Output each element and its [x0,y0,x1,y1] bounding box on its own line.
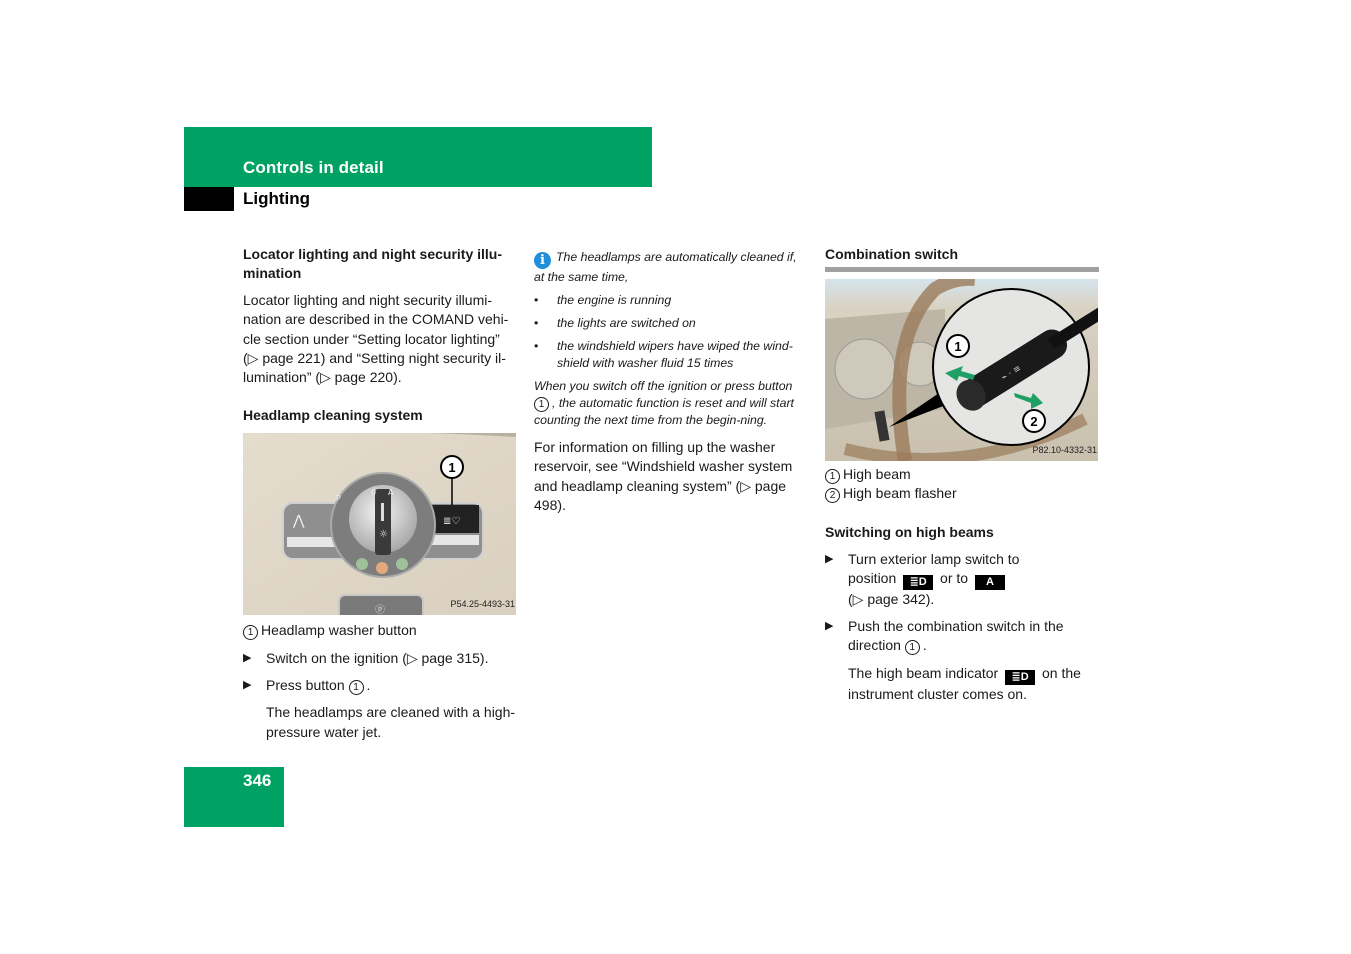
subsection-title: Lighting [243,189,311,208]
cleaning-heading: Headlamp cleaning system [243,407,423,424]
auto-light-symbol-icon: A [974,574,1005,590]
callout-number: 1 [904,640,920,656]
svg-text:⋀: ⋀ [292,513,305,529]
heading-rule [825,267,1099,272]
dial-label-parking: P [336,494,341,503]
svg-text:2: 2 [1030,414,1037,429]
svg-text:☼: ☼ [379,529,388,540]
step-push-switch: ▶ Push the combination switch in the dir… [825,618,1064,656]
result-text: The headlamps are cleaned with a high-pr… [266,704,516,740]
svg-text:1: 1 [954,339,961,354]
note-reset: When you switch off the ignition or pres… [534,379,794,427]
locator-heading: Locator lighting and night security illu… [243,246,502,281]
step-ignition: ▶ Switch on the ignition (▷ page 315). [243,649,518,668]
high-beam-result: The high beam indicator ≣D on the instru… [848,664,1081,702]
note-bullet: • the engine is running [534,293,672,307]
callout-number: 1 [534,397,549,412]
washer-info-text: For information on filling up the washer… [534,439,793,513]
washer-button-icon: ≣♡ [443,516,460,527]
info-note: i The headlamps are automatically cleaned… [534,249,806,429]
combination-switch-figure: ⌁ · ≡ 1 2 P82.10-4332-31 [825,279,1098,461]
step-press-button: ▶ Press button 1. [243,676,518,696]
figure-code: P54.25-4493-31 [450,599,515,610]
step-lamp-switch: ▶ Turn exterior lamp switch to position … [825,550,1020,607]
step-arrow-icon: ▶ [243,651,252,664]
low-beam-symbol-icon: ≣D [903,574,934,590]
svg-text:ⓟ: ⓟ [375,604,385,615]
page-number: 346 [243,771,272,790]
legend-item: 1 High beam [825,465,1099,484]
header-black-marker [184,187,234,211]
note-bullet: • the windshield wipers have wiped the wi… [534,339,793,370]
section-title: Controls in detail [243,158,384,177]
svg-text:1: 1 [448,460,455,475]
column-middle: i The headlamps are automatically cleaned… [534,249,806,515]
column-left: Locator lighting and night security illu… [243,245,518,742]
indicator-green-left [356,558,368,571]
combination-switch-heading: Combination switch [825,246,958,262]
headlamp-switch-figure: ≣♡ ⋀ ☼ P 0 A ⓟ 1 P54.25-4493-31 [243,433,516,616]
callout-number: 1 [348,680,364,696]
legend-item: 2 High beam flasher [825,484,1099,504]
dial-label-auto: A [388,488,394,497]
callout-number: 1 [825,469,840,484]
high-beam-indicator-icon: ≣D [1005,669,1036,685]
column-right: Combination switch ⌁ · ≡ 1 2 P82.10-4332… [825,245,1099,704]
combination-switch-illustration: ⌁ · ≡ 1 2 [825,279,1098,461]
figure-code: P82.10-4332-31 [1032,444,1097,455]
indicator-orange [376,562,388,575]
header-green-bar [184,127,652,187]
note-bullet: • the lights are switched on [534,316,696,330]
locator-text: Locator lighting and night security illu… [243,292,509,386]
high-beams-heading: Switching on high beams [825,523,994,540]
step-arrow-icon: ▶ [243,679,252,692]
step-arrow-icon: ▶ [825,552,834,565]
legend-item: 1 Headlamp washer button [243,621,518,641]
callout-number: 1 [243,625,258,641]
callout-number: 2 [825,488,840,504]
step-arrow-icon: ▶ [825,620,834,633]
dial-label-off: 0 [371,488,376,497]
headlamp-switch-illustration: ≣♡ ⋀ ☼ P 0 A ⓟ 1 [243,433,516,616]
indicator-green-right [396,558,408,571]
info-icon: i [534,252,551,269]
